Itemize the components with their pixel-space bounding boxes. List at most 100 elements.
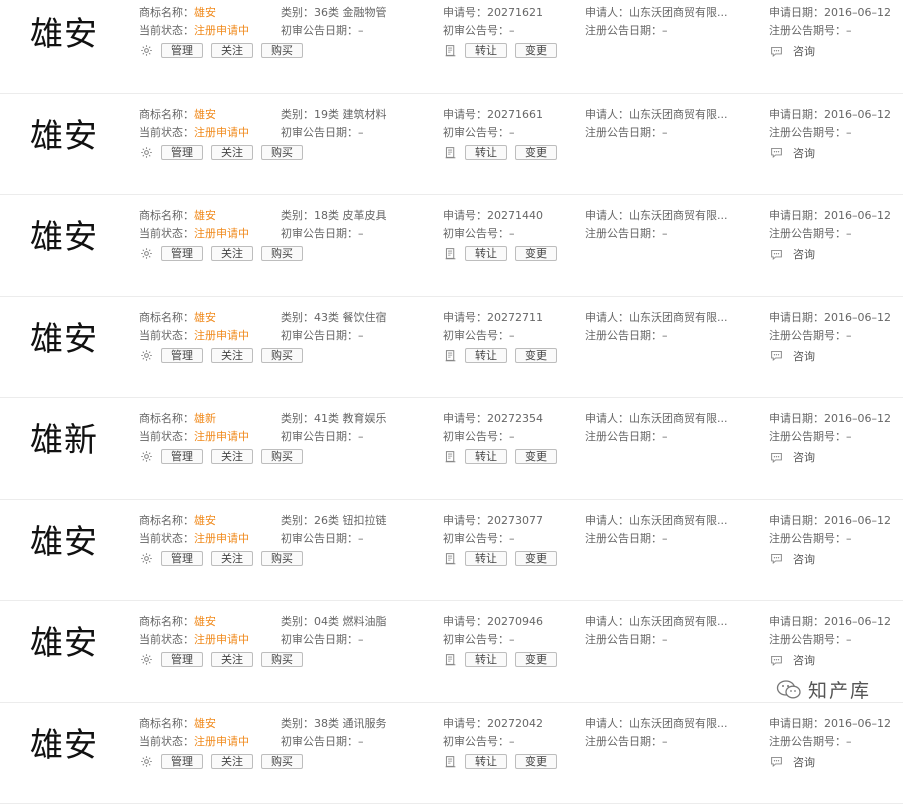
- manage-button[interactable]: 管理: [161, 246, 203, 261]
- name-value[interactable]: 雄安: [194, 311, 216, 324]
- trademark-row: 雄安 商标名称：雄安 当前状态：注册申请中 类别：43类 餐饮住宿 初审公告日期…: [0, 297, 903, 399]
- name-value[interactable]: 雄新: [194, 412, 216, 425]
- gear-icon[interactable]: [139, 653, 153, 667]
- gear-icon[interactable]: [139, 450, 153, 464]
- transfer-button[interactable]: 转让: [465, 145, 507, 160]
- first-pub-no-value: –: [509, 126, 515, 139]
- chat-icon[interactable]: [769, 247, 783, 261]
- manage-button[interactable]: 管理: [161, 652, 203, 667]
- row-actions-right[interactable]: 咨询: [769, 652, 815, 668]
- follow-button[interactable]: 关注: [211, 145, 253, 160]
- manage-button[interactable]: 管理: [161, 754, 203, 769]
- buy-button[interactable]: 购买: [261, 43, 303, 58]
- manage-button[interactable]: 管理: [161, 348, 203, 363]
- transfer-button[interactable]: 转让: [465, 348, 507, 363]
- gear-icon[interactable]: [139, 145, 153, 159]
- change-button[interactable]: 变更: [515, 551, 557, 566]
- change-button[interactable]: 变更: [515, 348, 557, 363]
- transfer-button[interactable]: 转让: [465, 246, 507, 261]
- consult-link[interactable]: 咨询: [793, 145, 815, 161]
- buy-button[interactable]: 购买: [261, 145, 303, 160]
- change-button[interactable]: 变更: [515, 754, 557, 769]
- consult-link[interactable]: 咨询: [793, 43, 815, 59]
- consult-link[interactable]: 咨询: [793, 348, 815, 364]
- name-label: 商标名称：: [139, 514, 194, 527]
- buy-button[interactable]: 购买: [261, 348, 303, 363]
- change-button[interactable]: 变更: [515, 246, 557, 261]
- consult-link[interactable]: 咨询: [793, 551, 815, 567]
- row-actions-right[interactable]: 咨询: [769, 145, 815, 161]
- trademark-row: 雄安 商标名称：雄安 当前状态：注册申请中 类别：26类 钮扣拉链 初审公告日期…: [0, 500, 903, 602]
- manage-button[interactable]: 管理: [161, 449, 203, 464]
- name-value[interactable]: 雄安: [194, 6, 216, 19]
- trademark-image[interactable]: 雄安: [30, 14, 98, 54]
- buy-button[interactable]: 购买: [261, 449, 303, 464]
- transfer-button[interactable]: 转让: [465, 652, 507, 667]
- change-button[interactable]: 变更: [515, 449, 557, 464]
- consult-link[interactable]: 咨询: [793, 754, 815, 770]
- trademark-image[interactable]: 雄安: [30, 319, 98, 359]
- reg-pub-no-value: –: [846, 24, 852, 37]
- change-button[interactable]: 变更: [515, 652, 557, 667]
- reg-no-field: 申请号：20272354: [443, 412, 543, 426]
- row-actions-right[interactable]: 咨询: [769, 551, 815, 567]
- manage-button[interactable]: 管理: [161, 551, 203, 566]
- transfer-button[interactable]: 转让: [465, 551, 507, 566]
- change-button[interactable]: 变更: [515, 43, 557, 58]
- follow-button[interactable]: 关注: [211, 551, 253, 566]
- follow-button[interactable]: 关注: [211, 43, 253, 58]
- follow-button[interactable]: 关注: [211, 449, 253, 464]
- chat-icon[interactable]: [769, 146, 783, 160]
- status-label: 当前状态：: [139, 532, 194, 545]
- trademark-image[interactable]: 雄新: [30, 420, 98, 460]
- row-actions-right[interactable]: 咨询: [769, 754, 815, 770]
- chat-icon[interactable]: [769, 450, 783, 464]
- gear-icon[interactable]: [139, 551, 153, 565]
- manage-button[interactable]: 管理: [161, 145, 203, 160]
- follow-button[interactable]: 关注: [211, 246, 253, 261]
- trademark-image[interactable]: 雄安: [30, 623, 98, 663]
- buy-button[interactable]: 购买: [261, 754, 303, 769]
- apply-date-field: 申请日期：2016–06–12: [769, 209, 891, 223]
- transfer-button[interactable]: 转让: [465, 43, 507, 58]
- chat-icon[interactable]: [769, 349, 783, 363]
- transfer-button[interactable]: 转让: [465, 449, 507, 464]
- trademark-image[interactable]: 雄安: [30, 116, 98, 156]
- gear-icon[interactable]: [139, 348, 153, 362]
- change-button[interactable]: 变更: [515, 145, 557, 160]
- follow-button[interactable]: 关注: [211, 348, 253, 363]
- manage-button[interactable]: 管理: [161, 43, 203, 58]
- gear-icon[interactable]: [139, 44, 153, 58]
- status-label: 当前状态：: [139, 126, 194, 139]
- name-value[interactable]: 雄安: [194, 514, 216, 527]
- reg-pub-date-label: 注册公告日期：: [585, 24, 662, 37]
- reg-pub-no-label: 注册公告期号：: [769, 227, 846, 240]
- row-actions-right[interactable]: 咨询: [769, 348, 815, 364]
- chat-icon[interactable]: [769, 653, 783, 667]
- gear-icon[interactable]: [139, 247, 153, 261]
- trademark-image[interactable]: 雄安: [30, 725, 98, 765]
- apply-date-value: 2016–06–12: [824, 717, 891, 730]
- follow-button[interactable]: 关注: [211, 652, 253, 667]
- name-value[interactable]: 雄安: [194, 717, 216, 730]
- row-actions-right[interactable]: 咨询: [769, 449, 815, 465]
- row-actions-right[interactable]: 咨询: [769, 43, 815, 59]
- name-value[interactable]: 雄安: [194, 108, 216, 121]
- row-actions-right[interactable]: 咨询: [769, 246, 815, 262]
- buy-button[interactable]: 购买: [261, 652, 303, 667]
- name-value[interactable]: 雄安: [194, 209, 216, 222]
- chat-icon[interactable]: [769, 44, 783, 58]
- transfer-button[interactable]: 转让: [465, 754, 507, 769]
- trademark-image[interactable]: 雄安: [30, 217, 98, 257]
- consult-link[interactable]: 咨询: [793, 246, 815, 262]
- buy-button[interactable]: 购买: [261, 246, 303, 261]
- chat-icon[interactable]: [769, 755, 783, 769]
- gear-icon[interactable]: [139, 754, 153, 768]
- follow-button[interactable]: 关注: [211, 754, 253, 769]
- consult-link[interactable]: 咨询: [793, 652, 815, 668]
- consult-link[interactable]: 咨询: [793, 449, 815, 465]
- name-value[interactable]: 雄安: [194, 615, 216, 628]
- buy-button[interactable]: 购买: [261, 551, 303, 566]
- chat-icon[interactable]: [769, 552, 783, 566]
- trademark-image[interactable]: 雄安: [30, 522, 98, 562]
